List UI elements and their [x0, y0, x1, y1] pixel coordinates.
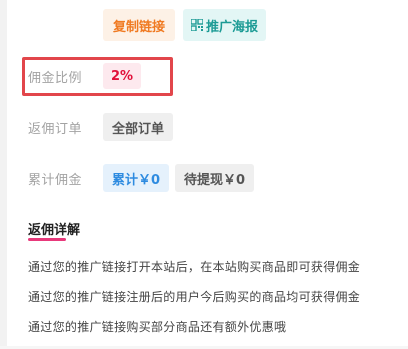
commission-orders-row: 返佣订单 全部订单: [28, 113, 174, 141]
accumulated-total-button[interactable]: 累计￥0: [103, 164, 170, 192]
details-line-1: 通过您的推广链接打开本站后，在本站购买商品即可获得佣金: [28, 260, 361, 274]
pending-withdrawal-button[interactable]: 待提现￥0: [175, 164, 255, 192]
commission-orders-label: 返佣订单: [28, 121, 83, 137]
commission-rate-value: 2%: [103, 63, 142, 89]
details-line-3: 通过您的推广链接购买部分商品还有额外优惠哦: [28, 320, 287, 334]
accumulated-commission-row: 累计佣金 累计￥0 待提现￥0: [28, 164, 255, 192]
details-title: 返佣详解: [28, 223, 81, 238]
accumulated-commission-label: 累计佣金: [28, 172, 83, 188]
promo-poster-button[interactable]: 推广海报: [183, 9, 267, 41]
details-line-2: 通过您的推广链接注册后的用户今后购买的商品均可获得佣金: [28, 290, 361, 304]
copy-link-button[interactable]: 复制链接: [103, 9, 176, 41]
qrcode-icon: [191, 19, 204, 31]
all-orders-button[interactable]: 全部订单: [103, 113, 174, 141]
details-title-underline: [28, 238, 66, 241]
left-divider: [0, 0, 7, 349]
commission-rate-label: 佣金比例: [28, 70, 83, 86]
promo-poster-label: 推广海报: [206, 19, 259, 35]
share-actions: 复制链接 推广海报: [103, 9, 267, 41]
commission-rate-row: 佣金比例 2%: [28, 63, 142, 89]
